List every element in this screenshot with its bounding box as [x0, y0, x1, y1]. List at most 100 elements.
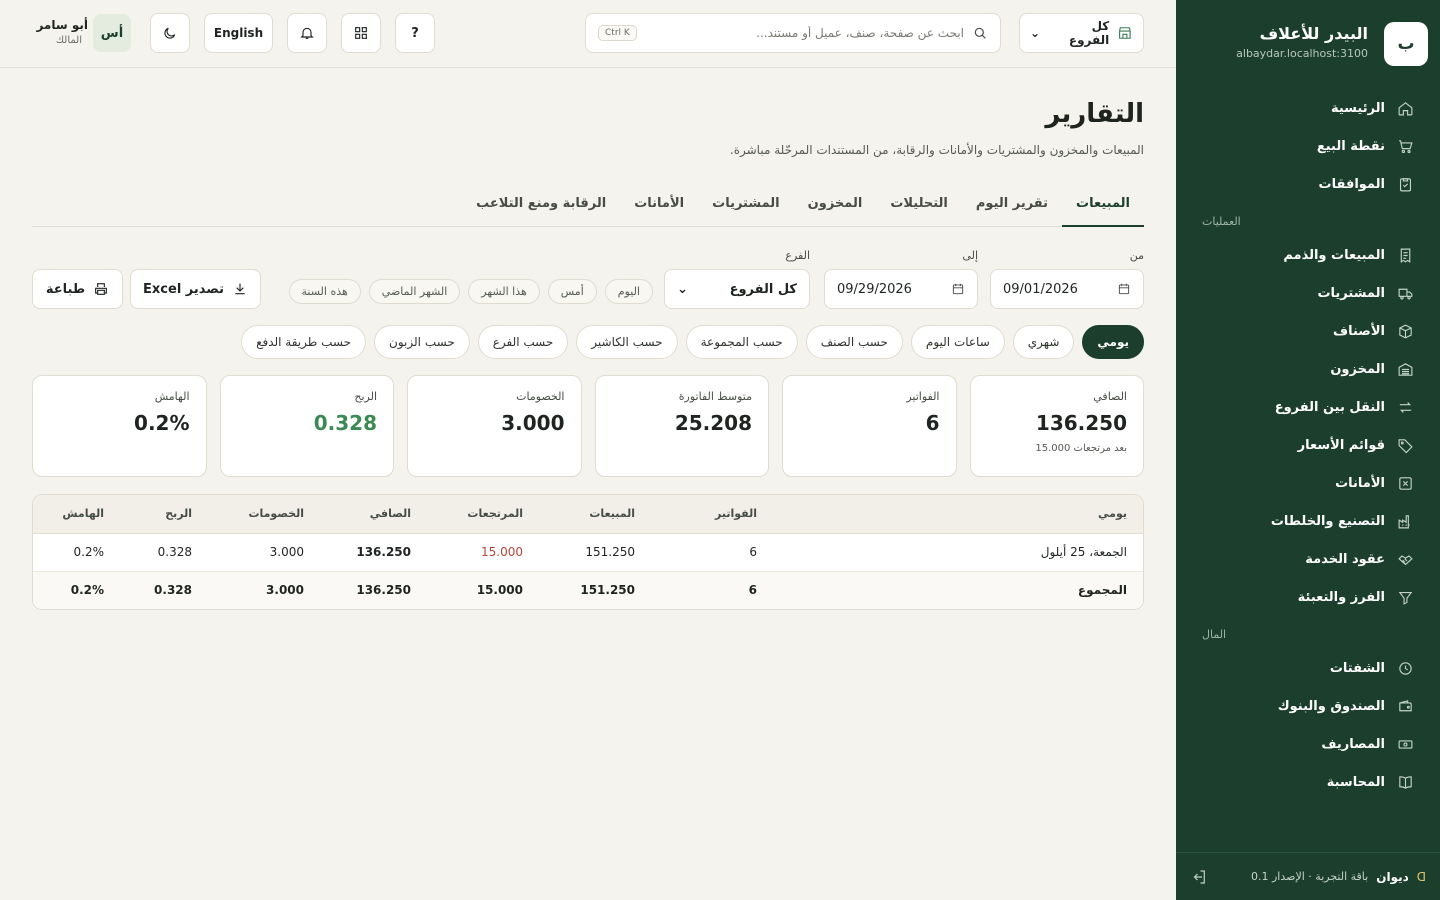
- help-button[interactable]: ?: [395, 13, 435, 53]
- language-button[interactable]: English: [204, 13, 273, 53]
- column-header[interactable]: المرتجعات: [427, 495, 539, 534]
- branch-select[interactable]: كل الفروع ⌄: [1019, 13, 1144, 53]
- sidebar-item-inventory[interactable]: المخزون: [1190, 354, 1426, 384]
- to-date-field[interactable]: 09/29/2026: [824, 269, 978, 309]
- branch-filter-select[interactable]: كل الفروع ⌄: [664, 269, 810, 309]
- sidebar-item-deposits[interactable]: الأمانات: [1190, 468, 1426, 498]
- group-daily[interactable]: يومي: [1082, 325, 1144, 359]
- apps-button[interactable]: [341, 13, 381, 53]
- tab-deposits[interactable]: الأمانات: [620, 184, 698, 227]
- column-header[interactable]: الفواتير: [651, 495, 773, 534]
- sidebar-item-pos[interactable]: نقطة البيع: [1190, 131, 1426, 161]
- column-header[interactable]: الصافي: [320, 495, 427, 534]
- to-date-value: 09/29/2026: [837, 281, 912, 297]
- sidebar-item-expenses[interactable]: المصاريف: [1190, 729, 1426, 759]
- print-button[interactable]: طباعة: [32, 269, 123, 309]
- grouping-pills: يومي شهري ساعات اليوم حسب الصنف حسب المج…: [241, 325, 1144, 359]
- range-today[interactable]: اليوم: [604, 279, 653, 304]
- notifications-button[interactable]: [287, 13, 327, 53]
- cash-icon: [1398, 739, 1413, 749]
- sidebar-item-label: المحاسبة: [1326, 774, 1385, 790]
- tab-analytics[interactable]: التحليلات: [876, 184, 962, 227]
- printer-icon: [95, 283, 108, 295]
- brand: ب البيدر للأعلاف albaydar.localhost:3100: [1188, 22, 1428, 66]
- avatar[interactable]: أس: [93, 14, 131, 52]
- export-excel-label: تصدير Excel: [143, 281, 224, 297]
- tab-inventory[interactable]: المخزون: [794, 184, 877, 227]
- group-by-item[interactable]: حسب الصنف: [805, 325, 903, 359]
- group-by-customer[interactable]: حسب الزبون: [374, 325, 470, 359]
- sidebar-item-label: الشفتات: [1329, 660, 1385, 676]
- tab-purchases[interactable]: المشتريات: [698, 184, 794, 227]
- column-header[interactable]: الهامش: [33, 495, 120, 534]
- sidebar-item-approvals[interactable]: الموافقات: [1190, 169, 1426, 199]
- calendar-icon: [1118, 283, 1130, 295]
- sidebar-item-cash-banks[interactable]: الصندوق والبنوك: [1190, 691, 1426, 721]
- sidebar-item-service-contracts[interactable]: عقود الخدمة: [1190, 544, 1426, 574]
- download-icon: [235, 283, 245, 295]
- sidebar-item-label: المصاريف: [1321, 736, 1385, 752]
- kpi-label: الربح: [354, 390, 377, 403]
- group-by-category[interactable]: حسب المجموعة: [685, 325, 798, 359]
- sidebar-item-manufacturing[interactable]: التصنيع والخلطات: [1190, 506, 1426, 536]
- sidebar-item-label: الرئيسية: [1330, 100, 1385, 116]
- export-excel-button[interactable]: تصدير Excel: [130, 269, 261, 309]
- kpi-discounts: الخصومات 3.000: [407, 375, 582, 477]
- theme-toggle-button[interactable]: [150, 13, 190, 53]
- tab-sales[interactable]: المبيعات: [1062, 184, 1144, 227]
- sidebar-item-items[interactable]: الأصناف: [1190, 316, 1426, 346]
- table-row[interactable]: الجمعة، 25 أيلول 6 151.250 15.000 136.25…: [33, 533, 1143, 572]
- search-box[interactable]: Ctrl K: [585, 13, 1001, 53]
- warehouse-icon: [1398, 362, 1413, 376]
- range-this-month[interactable]: هذا الشهر: [468, 279, 540, 304]
- group-by-payment[interactable]: حسب طريقة الدفع: [241, 325, 367, 359]
- sidebar-item-sales[interactable]: المبيعات والذمم: [1190, 240, 1426, 270]
- logout-icon[interactable]: [1190, 868, 1208, 886]
- sidebar-item-sorting[interactable]: الفرز والتعبئة: [1190, 582, 1426, 612]
- tab-daily-report[interactable]: تقرير اليوم: [962, 184, 1062, 227]
- table-total-row: المجموع 6 151.250 15.000 136.250 3.000 0…: [33, 571, 1143, 609]
- truck-icon: [1398, 288, 1413, 299]
- brand-name: البيدر للأعلاف: [1259, 24, 1368, 43]
- kpi-label: متوسط الفاتورة: [678, 390, 752, 403]
- moon-icon: [164, 27, 176, 39]
- print-label: طباعة: [45, 281, 86, 297]
- topbar: كل الفروع ⌄ Ctrl K ? English أس أبو سامر…: [0, 0, 1176, 68]
- x-box-icon: [1399, 476, 1412, 490]
- column-header[interactable]: الربح: [120, 495, 208, 534]
- sidebar-item-transfers[interactable]: النقل بين الفروع: [1190, 392, 1426, 422]
- sidebar-item-label: المخزون: [1330, 361, 1385, 377]
- kpi-label: الخصومات: [516, 390, 565, 403]
- table-cell: 0.328: [120, 533, 208, 572]
- kpi-avg-invoice: متوسط الفاتورة 25.208: [594, 375, 769, 477]
- brand-logo[interactable]: ب: [1384, 22, 1428, 66]
- sales-table-card: يومي الفواتير المبيعات المرتجعات الصافي …: [32, 494, 1144, 610]
- group-hours[interactable]: ساعات اليوم: [910, 325, 1005, 359]
- range-yesterday[interactable]: أمس: [547, 279, 597, 304]
- sidebar-item-price-lists[interactable]: قوائم الأسعار: [1190, 430, 1426, 460]
- home-icon: [1398, 101, 1413, 115]
- sidebar-item-shifts[interactable]: الشفتات: [1190, 653, 1426, 683]
- table-cell: 15.000: [427, 533, 539, 572]
- handshake-icon: [1398, 554, 1413, 565]
- sidebar-item-accounting[interactable]: المحاسبة: [1190, 767, 1426, 797]
- group-by-branch[interactable]: حسب الفرع: [477, 325, 569, 359]
- group-monthly[interactable]: شهري: [1012, 325, 1075, 359]
- range-last-month[interactable]: الشهر الماضي: [368, 279, 461, 304]
- sidebar-item-home[interactable]: الرئيسية: [1190, 93, 1426, 123]
- sidebar-item-label: المشتريات: [1317, 285, 1385, 301]
- sidebar-item-label: قوائم الأسعار: [1297, 437, 1385, 453]
- group-by-cashier[interactable]: حسب الكاشير: [576, 325, 678, 359]
- range-this-year[interactable]: هذه السنة: [288, 279, 361, 304]
- tab-audit[interactable]: الرقابة ومنع التلاعب: [462, 184, 620, 227]
- kpi-label: الهامش: [154, 390, 190, 403]
- column-header[interactable]: الخصومات: [208, 495, 320, 534]
- column-header[interactable]: المبيعات: [539, 495, 651, 534]
- from-date-field[interactable]: 09/01/2026: [990, 269, 1144, 309]
- clock-icon: [1399, 661, 1412, 675]
- sidebar-item-label: عقود الخدمة: [1305, 551, 1385, 567]
- search-input[interactable]: [664, 26, 964, 40]
- table-cell: 0.2%: [33, 533, 120, 572]
- column-header[interactable]: يومي: [773, 495, 1143, 534]
- sidebar-item-purchases[interactable]: المشتريات: [1190, 278, 1426, 308]
